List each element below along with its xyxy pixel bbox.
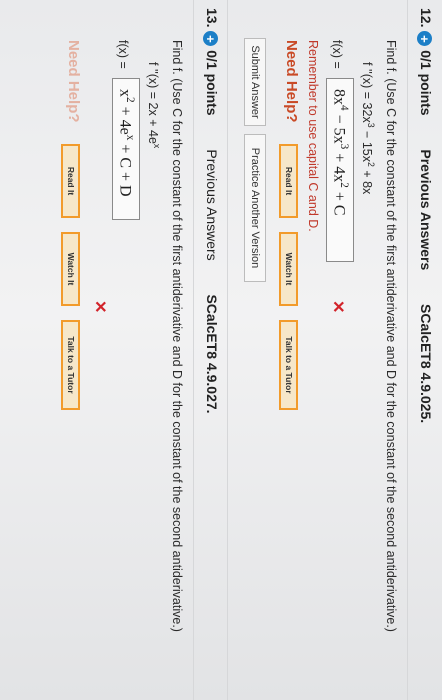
q13-answer-box[interactable]: x2 + 4ex + C + D (112, 78, 140, 220)
q13-points: 0/1 points (204, 50, 220, 116)
q13-number: 13. (204, 8, 220, 28)
page: 12. + 0/1 points Previous Answers SCalcE… (0, 0, 442, 700)
q13-talk-to-tutor-button[interactable]: Talk to a Tutor (61, 320, 80, 410)
q12-answer-box[interactable]: 8x4 − 5x3 + 4x2 + C (326, 78, 354, 262)
q13-need-help: Need Help? (65, 40, 82, 123)
q12-number: 12. (418, 8, 434, 28)
q12-f-label: f(x) = (330, 40, 344, 69)
q13-previous-answers-link[interactable]: Previous Answers (204, 149, 220, 260)
q12-header: 12. + 0/1 points Previous Answers SCalcE… (417, 8, 434, 423)
q12-talk-to-tutor-button[interactable]: Talk to a Tutor (279, 320, 298, 410)
q12-points: 0/1 points (418, 50, 434, 116)
incorrect-x-icon: ✕ (91, 300, 108, 314)
q12-need-help: Need Help? (283, 40, 300, 123)
q13-header: 13. + 0/1 points Previous Answers SCalcE… (203, 8, 220, 414)
incorrect-x-icon: ✕ (329, 300, 346, 314)
q12-given: f ''(x) = 32x3 − 15x2 + 8x (359, 62, 376, 195)
q13-instruction: Find f. (Use C for the constant of the f… (170, 40, 184, 632)
submit-answer-button[interactable]: Submit Answer (244, 38, 266, 126)
practice-another-version-button[interactable]: Practice Another Version (244, 134, 266, 282)
q12-problem-code: SCalcET8 4.9.025. (418, 304, 434, 424)
q12-remember-note: Remember to use capital C and D. (306, 40, 320, 232)
q13-answer-expression: x2 + 4ex + C + D (116, 89, 136, 197)
divider (193, 0, 194, 700)
divider (407, 0, 408, 700)
divider (227, 0, 228, 700)
q12-read-it-button[interactable]: Read It (279, 144, 298, 218)
q13-problem-code: SCalcET8 4.9.027. (204, 294, 220, 414)
plus-circle-icon[interactable]: + (203, 31, 219, 47)
q12-watch-it-button[interactable]: Watch It (279, 232, 298, 306)
q12-previous-answers-link[interactable]: Previous Answers (418, 149, 434, 270)
q12-answer-expression: 8x4 − 5x3 + 4x2 + C (330, 89, 350, 216)
q13-given: f ''(x) = 2x + 4ex (145, 62, 162, 149)
q13-watch-it-button[interactable]: Watch It (61, 232, 80, 306)
q13-read-it-button[interactable]: Read It (61, 144, 80, 218)
q13-f-label: f(x) = (116, 40, 130, 69)
plus-circle-icon[interactable]: + (417, 31, 433, 47)
q12-instruction: Find f. (Use C for the constant of the f… (384, 40, 398, 632)
